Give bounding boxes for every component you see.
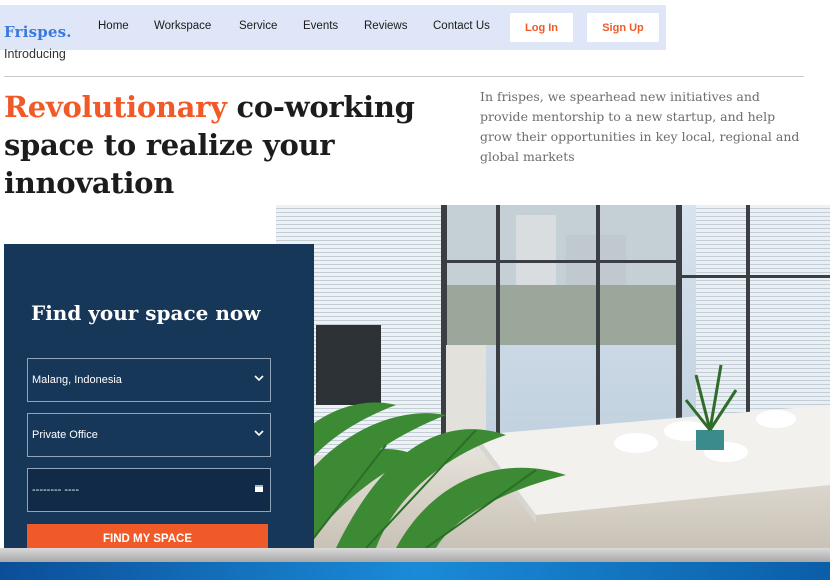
date-placeholder: -------- ----	[32, 484, 80, 496]
nav-link-service[interactable]: Service	[239, 20, 277, 32]
nav-link-reviews[interactable]: Reviews	[364, 20, 407, 32]
hero-description: In frispes, we spearhead new initiatives…	[480, 89, 800, 164]
search-panel: Find your space now Malang, Indonesia Pr…	[4, 244, 314, 548]
intro-label: Introducing	[4, 47, 66, 61]
nav-link-events[interactable]: Events	[303, 20, 338, 32]
login-button[interactable]: Log In	[510, 13, 573, 42]
space-type-value: Private Office	[32, 429, 98, 441]
nav-link-contact[interactable]: Contact Us	[433, 20, 490, 32]
hero-headline: Revolutionary co-working space to realiz…	[4, 88, 424, 202]
headline-accent: Revolutionary	[4, 90, 227, 124]
space-type-select[interactable]: Private Office	[27, 413, 271, 457]
search-title: Find your space now	[31, 301, 261, 325]
taskbar	[0, 562, 830, 580]
location-value: Malang, Indonesia	[32, 374, 122, 386]
brand-logo[interactable]: Frispes.	[4, 23, 72, 41]
nav-link-workspace[interactable]: Workspace	[154, 20, 211, 32]
calendar-icon[interactable]	[254, 483, 264, 493]
taskbar-divider	[0, 548, 830, 562]
nav-link-home[interactable]: Home	[98, 20, 129, 32]
divider	[4, 76, 804, 77]
date-input[interactable]: -------- ----	[27, 468, 271, 512]
office-photo	[276, 205, 830, 548]
find-space-button[interactable]: FIND MY SPACE	[27, 524, 268, 548]
location-select[interactable]: Malang, Indonesia	[27, 358, 271, 402]
top-navigation: Frispes. Home Workspace Service Events R…	[0, 5, 666, 50]
chevron-down-icon	[254, 430, 264, 437]
chevron-down-icon	[254, 375, 264, 382]
signup-button[interactable]: Sign Up	[587, 13, 659, 42]
